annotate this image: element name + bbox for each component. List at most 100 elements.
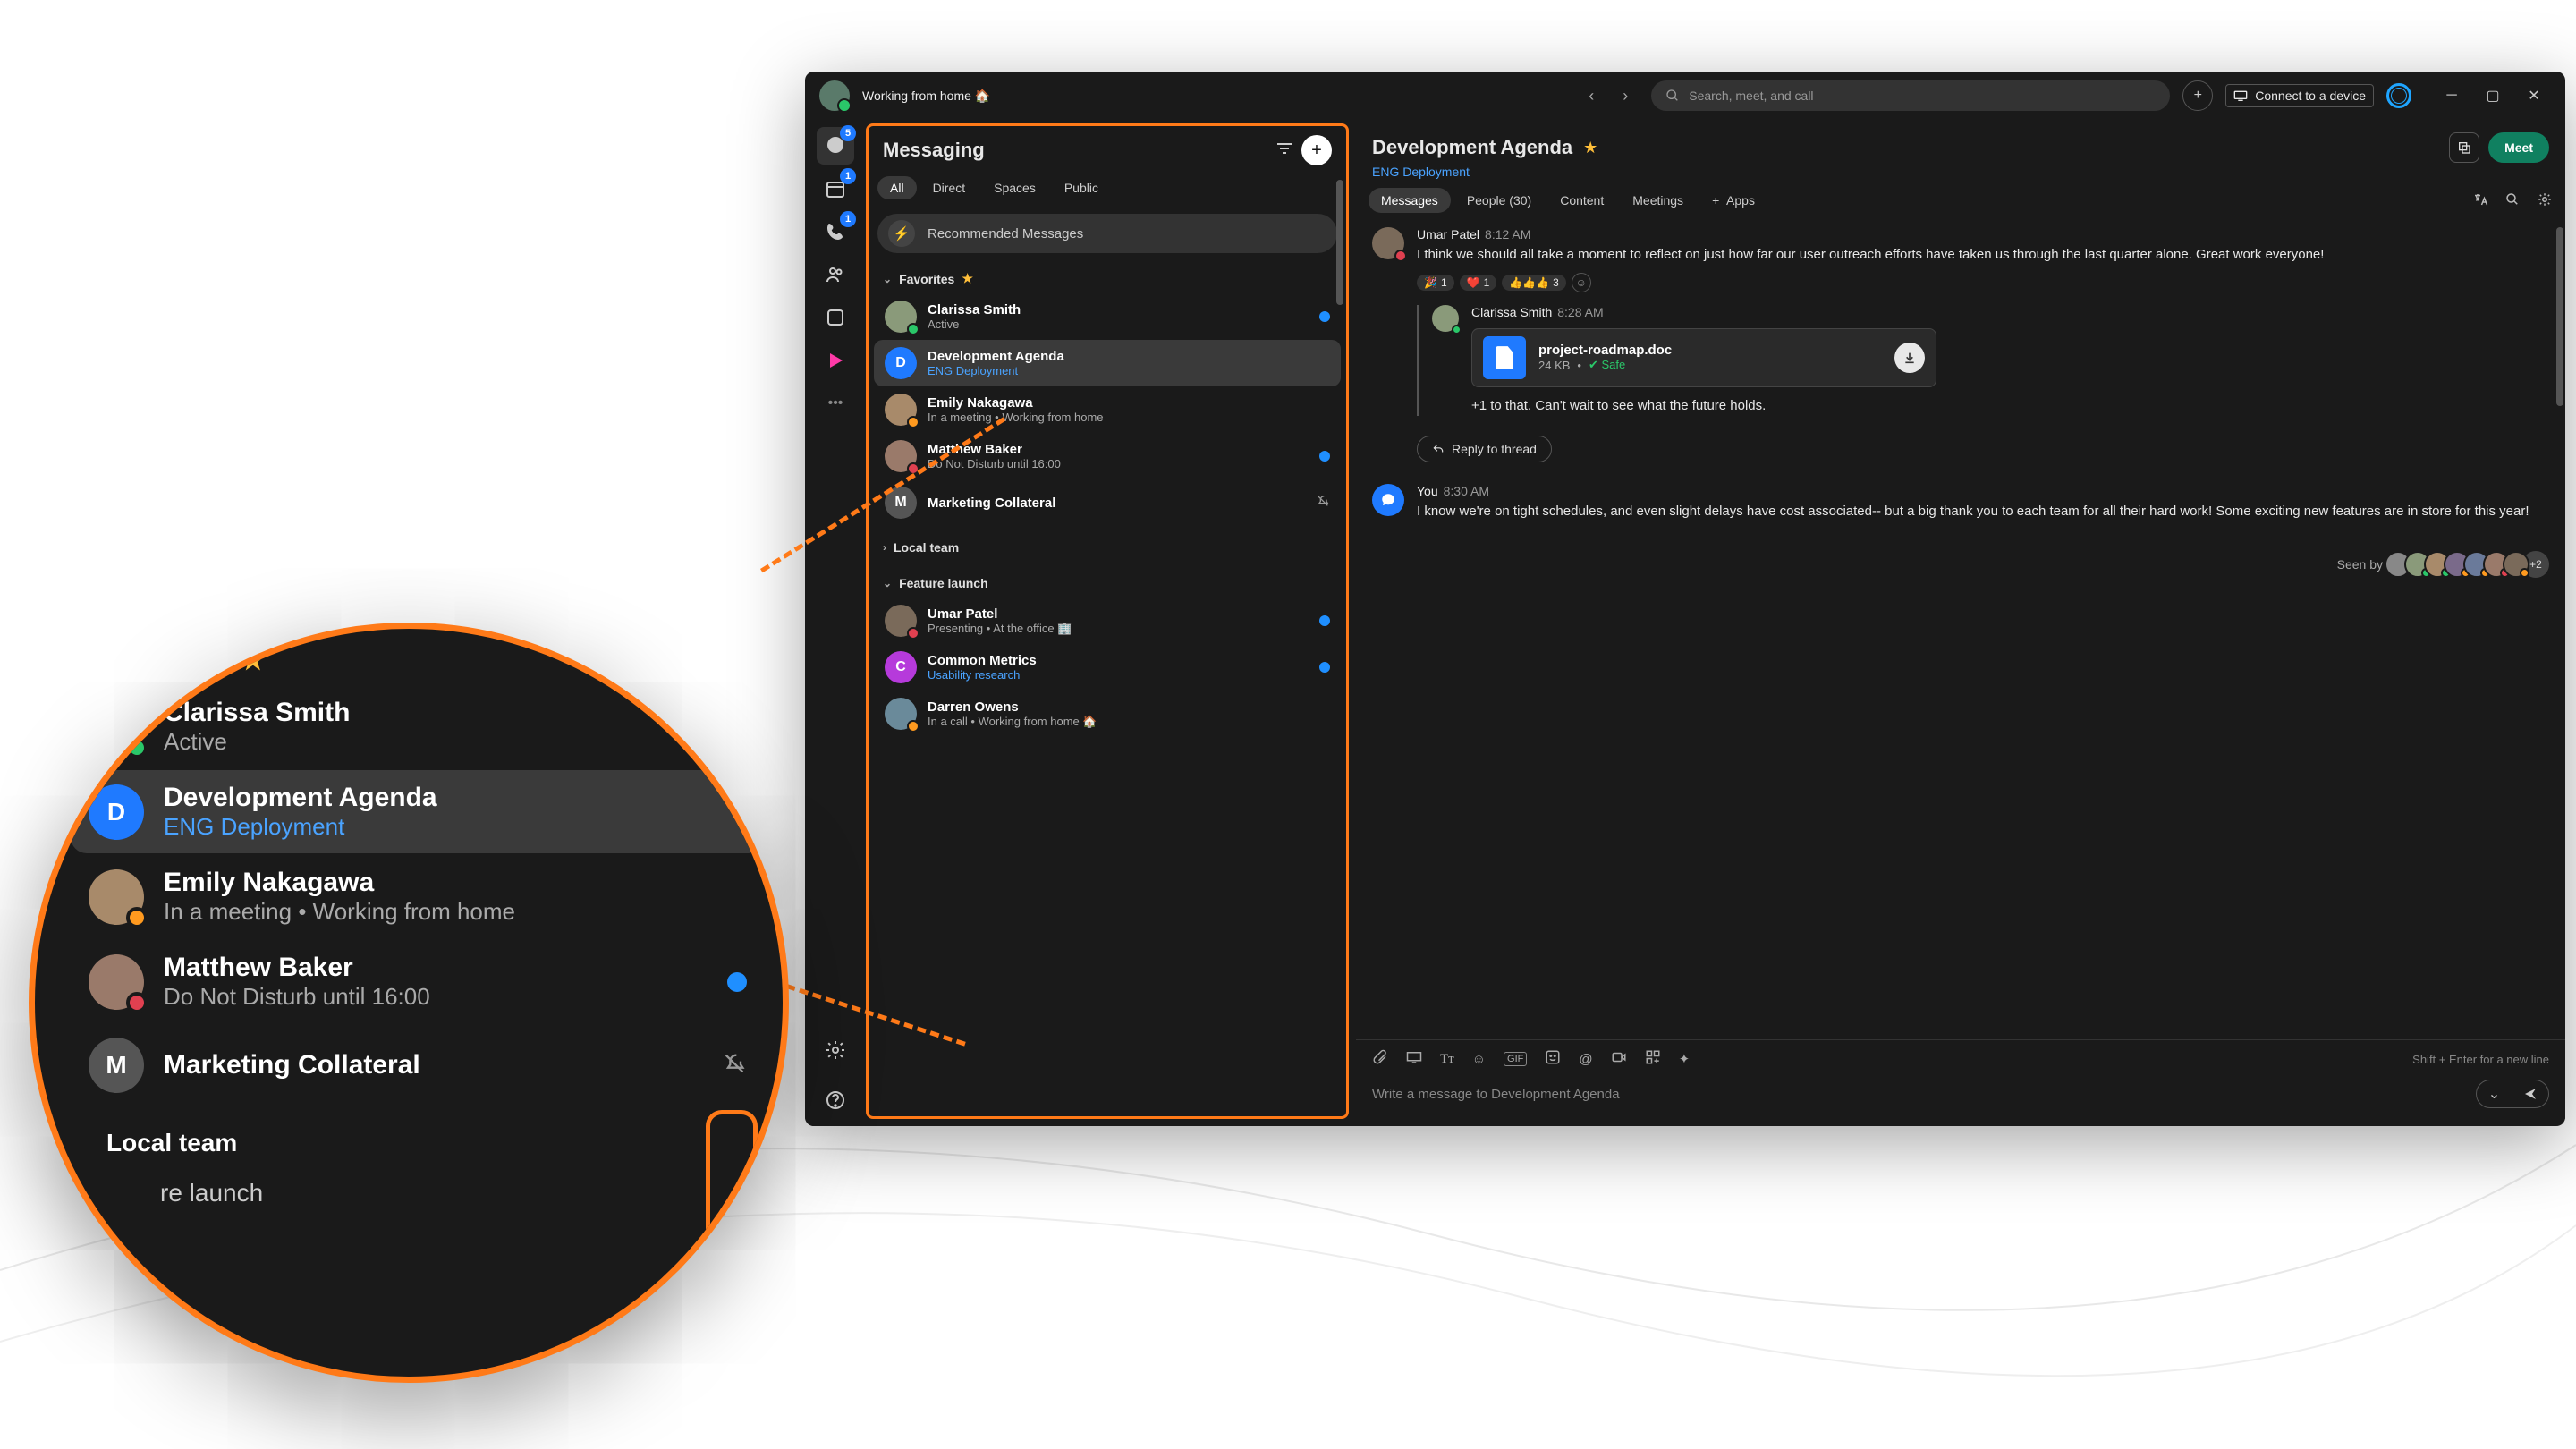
- rail-calls[interactable]: 1: [817, 213, 854, 250]
- device-icon: [2233, 90, 2248, 101]
- self-avatar[interactable]: [819, 80, 850, 111]
- tab-meetings[interactable]: Meetings: [1620, 188, 1696, 213]
- close-button[interactable]: ✕: [2513, 82, 2555, 109]
- list-item[interactable]: Clarissa SmithActive: [874, 293, 1341, 340]
- tab-direct[interactable]: Direct: [920, 176, 979, 199]
- search-icon: [1665, 89, 1680, 103]
- space-settings-button[interactable]: [2537, 191, 2553, 210]
- avatar[interactable]: [1372, 484, 1404, 516]
- chevron-down-icon: ⌄: [883, 577, 892, 589]
- scrollbar[interactable]: [2556, 227, 2563, 406]
- rail-help[interactable]: [817, 1081, 854, 1119]
- zoom-callout: vorites★ Clarissa SmithActive D Developm…: [29, 623, 789, 1383]
- rail-more[interactable]: •••: [817, 385, 854, 422]
- apps-icon: [825, 307, 846, 328]
- reply-thread-button[interactable]: Reply to thread: [1417, 436, 1552, 462]
- list-item[interactable]: Darren OwensIn a call • Working from hom…: [874, 691, 1341, 737]
- unread-dot: [727, 717, 747, 737]
- tab-people[interactable]: People (30): [1454, 188, 1544, 213]
- popout-icon: [2457, 140, 2471, 155]
- tab-content[interactable]: Content: [1547, 188, 1616, 213]
- reply-icon: [1432, 443, 1445, 455]
- apps-plus-icon: [1645, 1049, 1661, 1065]
- recommended-bar[interactable]: ⚡ Recommended Messages: [877, 214, 1337, 253]
- list-item[interactable]: Emily NakagawaIn a meeting • Working fro…: [71, 855, 765, 938]
- download-button[interactable]: [1894, 343, 1925, 373]
- reaction[interactable]: 👍👍👍3: [1502, 275, 1566, 291]
- list-item[interactable]: C Common MetricsUsability research: [874, 644, 1341, 691]
- seen-avatar[interactable]: [2503, 551, 2529, 578]
- gif-button[interactable]: GIF: [1504, 1052, 1527, 1066]
- avatar[interactable]: [1372, 227, 1404, 259]
- list-item[interactable]: M Marketing Collateral: [71, 1025, 765, 1106]
- tab-public[interactable]: Public: [1052, 176, 1111, 199]
- rail-calendar[interactable]: 1: [817, 170, 854, 208]
- format-button[interactable]: Tт: [1440, 1052, 1454, 1067]
- record-button[interactable]: [1611, 1049, 1627, 1069]
- meet-button[interactable]: Meet: [2488, 132, 2549, 163]
- star-icon: ★: [962, 271, 973, 286]
- attach-button[interactable]: [1372, 1049, 1388, 1069]
- send-options-button[interactable]: ⌄: [2477, 1080, 2512, 1107]
- search-input[interactable]: Search, meet, and call: [1651, 80, 2170, 111]
- rail-vidcast[interactable]: [817, 342, 854, 379]
- list-item[interactable]: D Development AgendaENG Deployment: [874, 340, 1341, 386]
- tab-spaces[interactable]: Spaces: [981, 176, 1048, 199]
- rail-contacts[interactable]: [817, 256, 854, 293]
- mention-button[interactable]: @: [1579, 1052, 1592, 1067]
- list-item[interactable]: Emily NakagawaIn a meeting • Working fro…: [874, 386, 1341, 433]
- list-item[interactable]: Matthew BakerDo Not Disturb until 16:00: [71, 940, 765, 1023]
- list-item[interactable]: D Development AgendaENG Deployment: [71, 770, 765, 853]
- unread-dot: [1319, 451, 1330, 462]
- emoji-button[interactable]: ☺: [1472, 1052, 1486, 1067]
- forward-button[interactable]: ›: [1612, 87, 1639, 106]
- section-feature-launch[interactable]: ⌄ Feature launch: [869, 569, 1346, 597]
- section-local-team[interactable]: › Local team: [869, 533, 1346, 562]
- send-button[interactable]: [2512, 1080, 2548, 1107]
- file-attachment[interactable]: project-roadmap.doc 24 KB•✔ Safe: [1471, 328, 1936, 387]
- bitmoji-button[interactable]: [1545, 1049, 1561, 1069]
- history-nav: ‹ ›: [1578, 87, 1639, 106]
- search-in-space-button[interactable]: [2504, 191, 2521, 210]
- list-item[interactable]: M Marketing Collateral: [874, 479, 1341, 526]
- rail-chat-badge: 5: [840, 125, 856, 141]
- tab-messages[interactable]: Messages: [1368, 188, 1451, 213]
- filter-button[interactable]: [1276, 142, 1292, 159]
- avatar[interactable]: [1432, 305, 1459, 332]
- list-item[interactable]: Clarissa SmithActive: [71, 685, 765, 768]
- reaction[interactable]: 🎉1: [1417, 275, 1454, 291]
- maximize-button[interactable]: ▢: [2472, 82, 2513, 109]
- rail-apps[interactable]: [817, 299, 854, 336]
- connect-device-button[interactable]: Connect to a device: [2225, 84, 2374, 107]
- translate-button[interactable]: [2472, 191, 2488, 210]
- tab-all[interactable]: All: [877, 176, 917, 199]
- rail-chat[interactable]: 5: [817, 127, 854, 165]
- star-icon[interactable]: ★: [1583, 139, 1597, 157]
- play-icon: [825, 350, 846, 371]
- translate-icon: [2472, 191, 2488, 208]
- activity-indicator-icon[interactable]: [2386, 83, 2411, 108]
- seen-by: Seen by +2: [1372, 544, 2549, 594]
- ai-button[interactable]: ✦: [1679, 1051, 1690, 1067]
- scrollbar[interactable]: [1336, 180, 1343, 305]
- self-status[interactable]: Working from home🏠: [862, 89, 990, 104]
- new-button[interactable]: +: [2182, 80, 2213, 111]
- tab-add-apps[interactable]: + Apps: [1699, 188, 1767, 213]
- section-favorites[interactable]: ⌄ Favorites ★: [869, 264, 1346, 293]
- back-button[interactable]: ‹: [1578, 87, 1605, 106]
- screenshot-button[interactable]: [1406, 1051, 1422, 1067]
- add-reaction-button[interactable]: ☺: [1572, 273, 1591, 292]
- whiteboard-button[interactable]: [1645, 1049, 1661, 1069]
- conversation-subtitle[interactable]: ENG Deployment: [1356, 165, 2565, 179]
- messaging-panel: Messaging + All Direct Spaces Public ⚡ R…: [866, 123, 1349, 1119]
- reaction[interactable]: ❤️1: [1460, 275, 1497, 291]
- new-message-button[interactable]: +: [1301, 135, 1332, 165]
- list-item[interactable]: Umar PatelPresenting • At the office 🏢: [874, 597, 1341, 644]
- conversation-title: Development Agenda: [1372, 136, 1572, 159]
- minimize-button[interactable]: ─: [2431, 82, 2472, 109]
- people-icon: [825, 264, 846, 285]
- composer-input[interactable]: Write a message to Development Agenda: [1372, 1087, 2465, 1102]
- rail-settings[interactable]: [817, 1031, 854, 1069]
- pop-out-button[interactable]: [2449, 132, 2479, 163]
- composer-hint: Shift + Enter for a new line: [2412, 1053, 2549, 1066]
